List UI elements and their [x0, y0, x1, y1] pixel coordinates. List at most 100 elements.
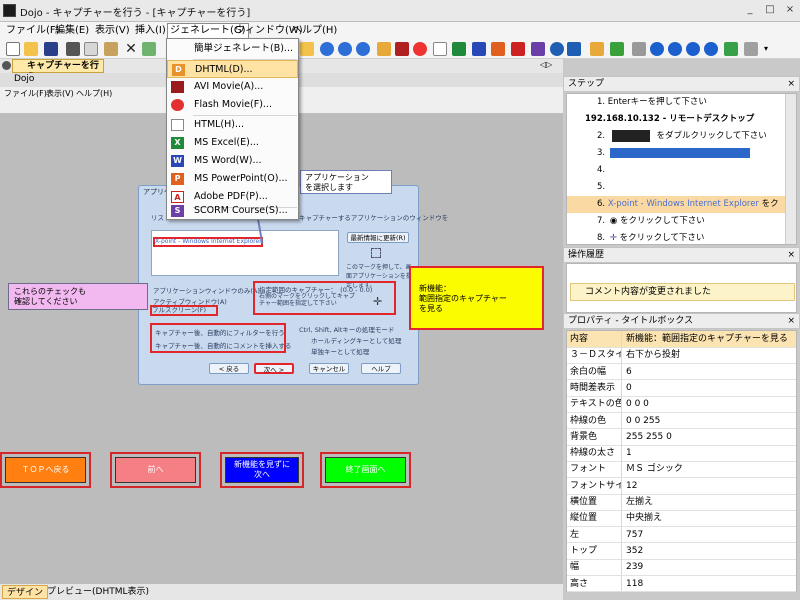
menu-view[interactable]: 表示(V): [93, 24, 132, 38]
dd-dhtml[interactable]: D DHTML(D)...: [167, 60, 298, 78]
menu-help[interactable]: ヘルプ(H): [290, 24, 339, 38]
close-panel-icon[interactable]: ×: [787, 314, 795, 329]
export-icon[interactable]: [567, 42, 581, 56]
close-panel-icon[interactable]: ×: [787, 77, 795, 92]
property-value[interactable]: 1: [623, 445, 632, 461]
auto-filter-checkbox[interactable]: キャプチャー後、自動的にフィルターを行う: [155, 327, 285, 337]
maximize-button[interactable]: □: [762, 3, 778, 17]
step-item-selected[interactable]: 6. X-point - Windows Internet Explorer を…: [567, 196, 785, 213]
property-row[interactable]: フォント ＭＳ ゴシック: [567, 461, 796, 479]
zoom-fit-icon[interactable]: [356, 42, 370, 56]
skip-new-feature-button[interactable]: 新機能を見ずに 次へ: [225, 457, 299, 483]
property-row[interactable]: 縦位置 中央揃え: [567, 510, 796, 528]
close-button[interactable]: ×: [782, 3, 798, 17]
tab-scroll-icon[interactable]: ◁▷: [540, 60, 552, 69]
property-value[interactable]: 中央揃え: [623, 510, 662, 526]
step-item[interactable]: 1. Enterキーを押して下さい: [567, 94, 785, 111]
property-value[interactable]: 6: [623, 364, 632, 380]
property-value[interactable]: 0: [623, 380, 632, 396]
property-value[interactable]: 352: [623, 543, 643, 559]
property-value[interactable]: 0 0 255: [623, 413, 660, 429]
property-row[interactable]: 左 757: [567, 526, 796, 544]
cut-icon[interactable]: [66, 42, 80, 56]
property-row[interactable]: 高さ 118: [567, 575, 796, 593]
close-tab-icon[interactable]: [2, 61, 11, 70]
pdf-gen-icon[interactable]: [511, 42, 525, 56]
refresh-icon[interactable]: [610, 42, 624, 56]
play-icon[interactable]: [724, 42, 738, 56]
property-row[interactable]: 時間差表示 0: [567, 379, 796, 397]
property-value[interactable]: 左揃え: [623, 494, 653, 510]
open-folder-icon[interactable]: [24, 42, 38, 56]
step-item[interactable]: 5.: [567, 179, 785, 196]
excel-gen-icon[interactable]: [452, 42, 466, 56]
callout-select-app[interactable]: アプリケーション を選択します: [300, 170, 392, 194]
nav-prev-icon[interactable]: [668, 42, 682, 56]
property-row[interactable]: 横位置 左揃え: [567, 494, 796, 511]
property-value[interactable]: 118: [623, 576, 643, 592]
nav-first-icon[interactable]: [650, 42, 664, 56]
property-value[interactable]: 12: [623, 478, 637, 494]
property-value[interactable]: ＭＳ ゴシック: [623, 461, 683, 477]
word-gen-icon[interactable]: [472, 42, 486, 56]
avi-gen-icon[interactable]: [395, 42, 409, 56]
auto-comment-checkbox[interactable]: キャプチャー後、自動的にコメントを挿入する: [155, 340, 291, 350]
next-button[interactable]: 次へ >: [254, 363, 294, 374]
nav-last-icon[interactable]: [704, 42, 718, 56]
zoom-out-icon[interactable]: [338, 42, 352, 56]
property-value[interactable]: 757: [623, 527, 643, 543]
step-item[interactable]: 3.: [567, 145, 785, 162]
back-button[interactable]: < 戻る: [209, 363, 249, 374]
property-value[interactable]: 0 0 0: [623, 396, 649, 412]
new-feature-title-box[interactable]: 新機能： 範囲指定のキャプチャー を見る: [409, 266, 544, 330]
tab-preview[interactable]: プレビュー(DHTML表示): [43, 585, 153, 599]
mode-single[interactable]: 単独キーとして処理: [311, 346, 369, 356]
paste-icon[interactable]: [104, 42, 118, 56]
radio-app-window[interactable]: アプリケーションウィンドウのみ(A): [153, 285, 260, 295]
callout-check-options[interactable]: これらのチェックも 確認してください: [8, 283, 148, 310]
step-item[interactable]: 192.168.10.132 - リモートデスクトップ: [567, 111, 785, 128]
target-mark-icon[interactable]: [371, 248, 381, 258]
close-panel-icon[interactable]: ×: [787, 248, 795, 263]
dhtml-gen-icon[interactable]: [377, 42, 391, 56]
save-icon[interactable]: [44, 42, 58, 56]
inner-menu-file[interactable]: ファイル(F): [4, 87, 47, 100]
prev-page-button[interactable]: 前へ: [115, 457, 196, 483]
window-list[interactable]: X-point - Windows Internet Explorer: [151, 230, 339, 276]
step-item[interactable]: 4.: [567, 162, 785, 179]
globe-icon[interactable]: [550, 42, 564, 56]
dd-word[interactable]: W MS Word(W)...: [167, 152, 298, 170]
dd-html[interactable]: HTML(H)...: [167, 116, 298, 134]
mode-holding[interactable]: ホールディングキーとして処理: [311, 335, 401, 345]
property-value[interactable]: 右下から投射: [623, 347, 680, 363]
property-row[interactable]: 背景色 255 255 0: [567, 428, 796, 446]
dd-simple-generate[interactable]: 簡単ジェネレート(B)...: [167, 40, 298, 58]
back-to-top-button[interactable]: ＴＯＰへ戻る: [5, 457, 86, 483]
inner-menu-help[interactable]: ヘルプ(H): [76, 87, 112, 100]
insert-icon[interactable]: [142, 42, 156, 56]
dd-scorm[interactable]: S SCORM Course(S)...: [167, 202, 298, 219]
help-button[interactable]: ヘルプ: [361, 363, 401, 374]
options-icon[interactable]: [744, 42, 758, 56]
steps-scrollbar[interactable]: [785, 94, 796, 244]
property-row[interactable]: 内容 新機能：範囲指定のキャプチャーを見る: [567, 331, 796, 348]
property-row[interactable]: 枠線の太さ 1: [567, 445, 796, 462]
dd-avi[interactable]: AVI Movie(A)...: [167, 78, 298, 96]
property-row[interactable]: トップ 352: [567, 542, 796, 560]
property-row[interactable]: 幅 239: [567, 559, 796, 577]
property-row[interactable]: フォントサイズ12: [567, 477, 796, 495]
delete-icon[interactable]: ✕: [124, 42, 138, 56]
zoom-in-icon[interactable]: [320, 42, 334, 56]
capture-icon[interactable]: [300, 42, 314, 56]
dd-powerpoint[interactable]: P MS PowerPoint(O)...: [167, 170, 298, 188]
step-item[interactable]: 7. ◉ をクリックして下さい: [567, 213, 785, 230]
settings-icon[interactable]: [632, 42, 646, 56]
end-screen-button[interactable]: 終了画面へ: [325, 457, 406, 483]
property-row[interactable]: 枠線の色 0 0 255: [567, 412, 796, 430]
toolbar-dropdown-icon[interactable]: ▾: [764, 44, 768, 53]
tab-design[interactable]: デザイン: [2, 585, 49, 599]
new-file-icon[interactable]: [6, 42, 20, 56]
property-row[interactable]: テキストの色 0 0 0: [567, 396, 796, 414]
range-target-icon[interactable]: ✛: [373, 295, 382, 308]
property-value[interactable]: 255 255 0: [623, 429, 672, 445]
